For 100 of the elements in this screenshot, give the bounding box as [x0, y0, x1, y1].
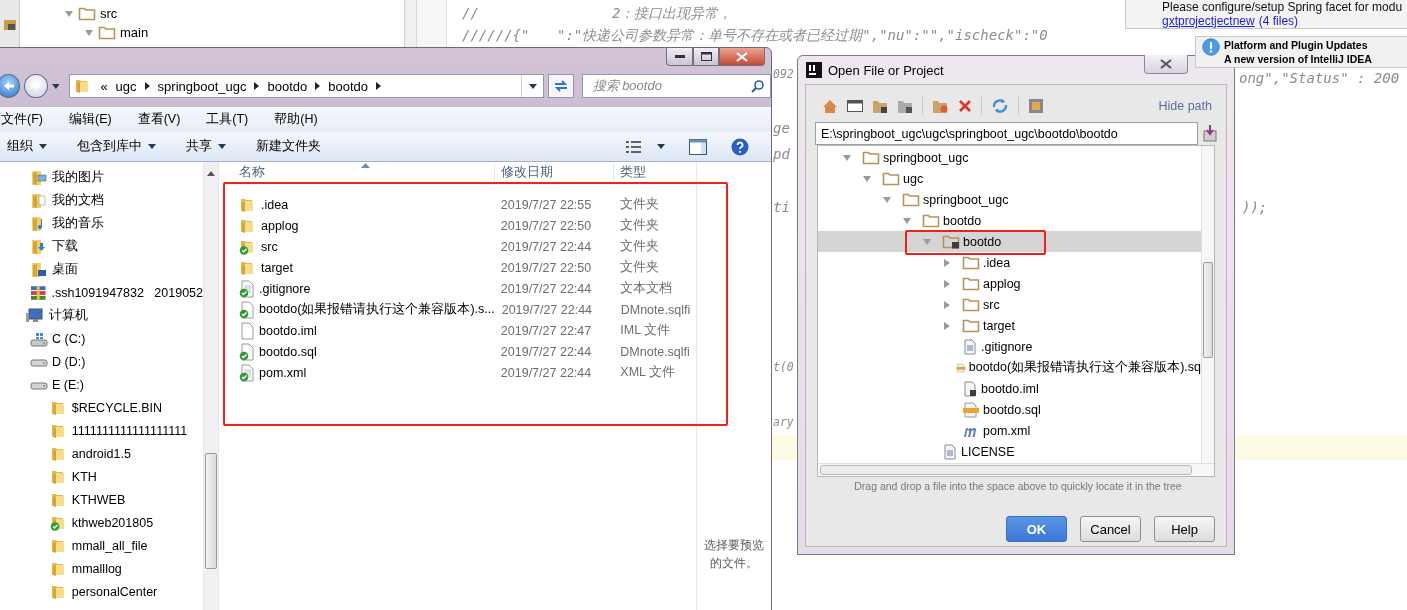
collapsed-arrow-icon[interactable] [942, 299, 952, 310]
tree-row[interactable]: springboot_ugc [818, 189, 1201, 210]
expanded-arrow-icon[interactable] [902, 215, 912, 226]
maximize-button[interactable] [693, 48, 719, 66]
expanded-arrow-icon[interactable] [842, 152, 852, 163]
download-file-icon[interactable] [1203, 125, 1217, 142]
new-folder-icon[interactable] [932, 98, 949, 114]
refresh-button[interactable] [548, 74, 574, 98]
tree-row[interactable]: applog [818, 273, 1201, 294]
scrollbar-thumb[interactable] [820, 465, 1192, 475]
chevron-icon[interactable] [315, 82, 321, 90]
address-bar[interactable]: « ugc springboot_ugc bootdo bootdo [69, 74, 545, 98]
breadcrumb[interactable]: bootdo [328, 78, 368, 94]
tree-item[interactable]: src [100, 6, 118, 21]
module-folder-icon[interactable] [897, 98, 913, 114]
module-folder-icon[interactable] [872, 98, 888, 114]
nav-item[interactable]: 1111111111111111111 [71, 423, 188, 438]
caret-icon[interactable] [657, 144, 665, 149]
menu-item[interactable]: 查看(V) [137, 111, 181, 128]
nav-item[interactable]: kthweb201805 [71, 515, 154, 530]
nav-item[interactable]: E (E:) [52, 377, 84, 392]
nav-item[interactable]: 我的音乐 [52, 215, 104, 232]
nav-item[interactable]: personalCenter [71, 584, 158, 599]
tree-row[interactable]: bootdo(如果报错请执行这个兼容版本).sq [818, 357, 1201, 378]
menu-item[interactable]: 工具(T) [206, 111, 249, 128]
nav-item[interactable]: C (C:) [52, 331, 86, 346]
path-field[interactable]: E:\springboot_ugc\ugc\springboot_ugc\bootdo\bootdo [815, 122, 1198, 145]
nav-item[interactable]: 我的图片 [52, 169, 104, 186]
expanded-arrow-icon[interactable] [862, 173, 872, 184]
chevron-icon[interactable] [254, 82, 260, 90]
tree-row[interactable]: springboot_ugc [818, 147, 1201, 168]
tree-row[interactable]: bootdo.iml [818, 378, 1201, 399]
scrollbar-thumb[interactable] [205, 453, 217, 569]
tree-row[interactable]: bootdo [818, 210, 1201, 231]
nav-item[interactable]: android1.5 [71, 446, 131, 461]
scrollbar[interactable] [818, 463, 1214, 476]
column-header[interactable]: 修改日期 [500, 164, 553, 179]
project-tool-icon[interactable] [2, 18, 17, 32]
file-row[interactable]: bootdo.sql 2019/7/27 22:44 DMnote.sqlfi [221, 341, 696, 362]
toolbar-button[interactable]: 包含到库中 [77, 138, 168, 155]
scroll-up-icon[interactable] [207, 171, 215, 176]
nav-item[interactable]: 下载 [52, 238, 78, 255]
menu-item[interactable]: 文件(F) [1, 111, 43, 128]
close-button[interactable] [719, 48, 765, 66]
nav-item[interactable]: KTH [71, 469, 97, 484]
scrollbar[interactable] [203, 162, 218, 610]
file-row[interactable]: pom.xml 2019/7/27 22:44 XML 文件 [221, 362, 696, 383]
preview-pane-icon[interactable] [689, 138, 707, 155]
tree-row[interactable]: src [818, 294, 1201, 315]
tree-row[interactable]: target [818, 315, 1201, 336]
menu-item[interactable]: 编辑(E) [68, 111, 112, 128]
nav-item[interactable]: mmalllog [71, 561, 122, 576]
expanded-arrow-icon[interactable] [882, 194, 892, 205]
collapsed-arrow-icon[interactable] [942, 320, 952, 331]
column-header[interactable]: 类型 [620, 164, 647, 179]
toolbar-button[interactable]: 共享 [186, 138, 238, 155]
file-row[interactable]: src 2019/7/27 22:44 文件夹 [221, 236, 696, 257]
home-icon[interactable] [822, 98, 838, 114]
nav-item[interactable]: 桌面 [52, 261, 78, 278]
tree-row[interactable]: bootdo.sql [818, 399, 1201, 420]
nav-item[interactable]: $RECYCLE.BIN [71, 400, 163, 415]
column-header[interactable]: 名称 [239, 164, 265, 179]
nav-item[interactable]: .ssh1091947832 2019052 [51, 285, 203, 300]
dialog-button[interactable]: Help [1154, 516, 1215, 542]
tree-row[interactable]: LICENSE [818, 441, 1201, 462]
back-button[interactable] [0, 74, 21, 98]
expanded-arrow-icon[interactable] [84, 27, 94, 38]
tree-row[interactable]: ugc [818, 168, 1201, 189]
file-row[interactable]: .idea 2019/7/27 22:55 文件夹 [221, 194, 696, 215]
file-row[interactable]: .gitignore 2019/7/27 22:44 文本文档 [221, 278, 696, 299]
file-row[interactable]: target 2019/7/27 22:50 文件夹 [221, 257, 696, 278]
toolbar-button[interactable]: 组织 [7, 138, 59, 155]
dialog-button[interactable]: Cancel [1080, 516, 1141, 542]
scrollbar[interactable] [1201, 146, 1214, 463]
show-hidden-icon[interactable] [1028, 98, 1044, 114]
close-button[interactable] [1144, 55, 1188, 74]
minimize-button[interactable] [666, 48, 693, 66]
breadcrumb-overflow[interactable]: « [100, 78, 108, 94]
collapsed-arrow-icon[interactable] [942, 257, 952, 268]
dialog-button[interactable]: OK [1006, 516, 1067, 542]
view-list-icon[interactable] [625, 139, 643, 154]
file-row[interactable]: bootdo(如果报错请执行这个兼容版本).s... 2019/7/27 22:44 DMnote.sqlfi [221, 299, 696, 320]
file-row[interactable]: applog 2019/7/27 22:50 文件夹 [221, 215, 696, 236]
history-caret-icon[interactable] [51, 83, 60, 89]
files-link[interactable]: (4 files) [1258, 14, 1299, 28]
window-icon[interactable] [847, 99, 863, 113]
nav-item[interactable]: KTHWEB [71, 492, 126, 507]
forward-button[interactable] [24, 74, 48, 98]
nav-item[interactable]: 计算机 [48, 307, 88, 324]
module-link[interactable]: gxtprojectjectnew [1162, 14, 1255, 28]
chevron-icon[interactable] [144, 82, 150, 90]
hide-path-link[interactable]: Hide path [1158, 99, 1218, 113]
refresh-icon[interactable] [991, 98, 1009, 114]
breadcrumb[interactable]: ugc [115, 78, 137, 94]
tree-item[interactable]: main [120, 25, 149, 40]
collapsed-arrow-icon[interactable] [942, 278, 952, 289]
menu-item[interactable]: 帮助(H) [274, 111, 318, 128]
help-icon[interactable] [731, 137, 749, 156]
breadcrumb[interactable]: springboot_ugc [157, 78, 247, 94]
tree-row[interactable]: bootdo [818, 231, 1201, 252]
